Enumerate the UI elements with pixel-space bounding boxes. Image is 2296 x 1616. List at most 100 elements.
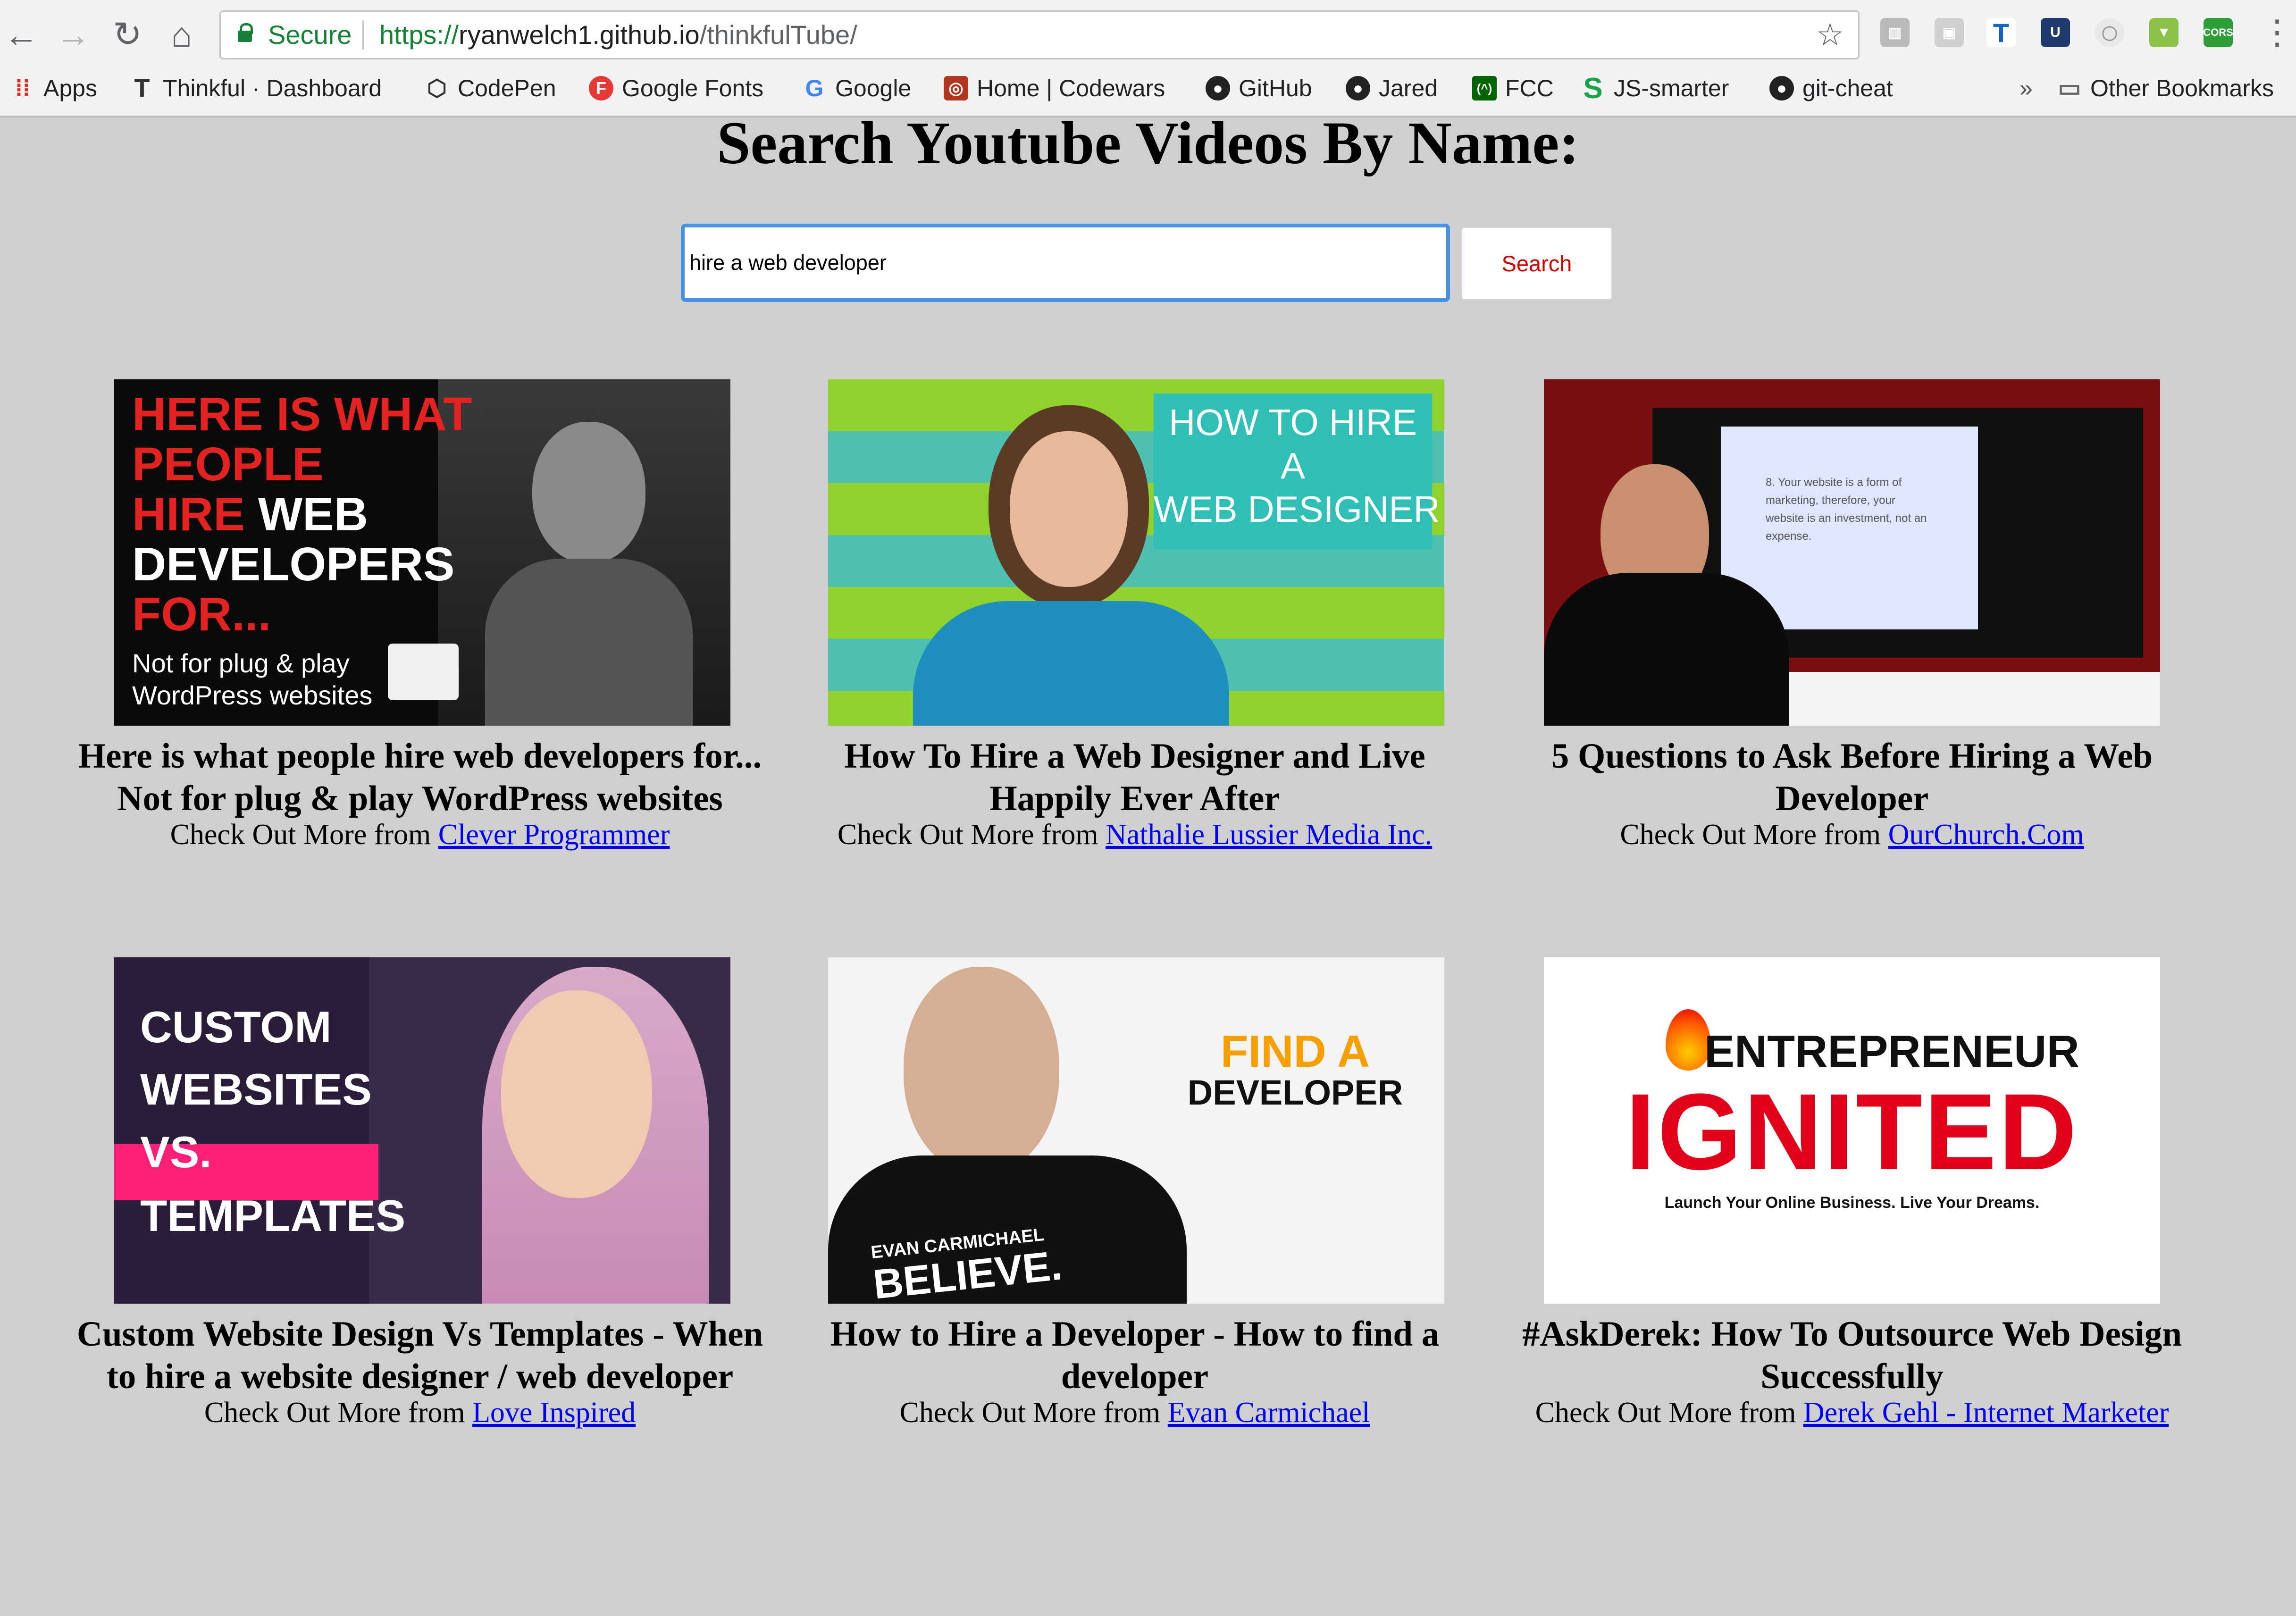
thumb-text: HIRE WEB <box>132 490 368 539</box>
channel-prefix: Check Out More from <box>170 819 431 851</box>
channel-line: Check Out More from Derek Gehl - Interne… <box>1505 1396 2199 1430</box>
codewars-icon: ◎ <box>944 76 968 100</box>
bookmark-star-icon[interactable]: ☆ <box>1816 17 1844 53</box>
codepen-icon: ⬡ <box>427 76 447 101</box>
thinkful-extension-icon[interactable]: T <box>1986 18 2016 48</box>
channel-link[interactable]: Derek Gehl - Internet Marketer <box>1803 1397 2169 1429</box>
bookmark-label: JS-smarter <box>1614 75 1729 101</box>
bookmark-codewars[interactable]: ◎ Home | Codewars <box>944 72 1165 105</box>
cors-extension-icon[interactable]: CORS <box>2203 18 2233 47</box>
bookmark-label: Jared <box>1379 75 1438 101</box>
thumb-text: WEB DESIGNER <box>1154 488 1440 530</box>
search-input[interactable] <box>681 224 1450 302</box>
thumb-text: CUSTOM <box>140 1002 332 1052</box>
channel-line: Check Out More from OurChurch.Com <box>1505 818 2199 852</box>
video-thumbnail[interactable]: ENTREPRENEUR IGNITED Launch Your Online … <box>1544 957 2160 1304</box>
extension-icon[interactable]: ▥ <box>1880 18 1910 47</box>
channel-link[interactable]: OurChurch.Com <box>1888 819 2084 851</box>
bookmark-jared[interactable]: ● Jared <box>1346 72 1438 105</box>
back-arrow-icon[interactable]: ← <box>0 13 42 56</box>
thumb-text: FIND A <box>1220 1026 1370 1077</box>
video-thumbnail[interactable]: HOW TO HIRE A WEB DESIGNER <box>828 379 1444 726</box>
extension-icon[interactable]: ◯ <box>2095 18 2124 47</box>
search-button[interactable]: Search <box>1461 227 1612 300</box>
thumb-text: PEOPLE <box>132 438 324 491</box>
video-title: How To Hire a Web Designer and Live Happ… <box>844 737 1425 818</box>
bookmark-google-fonts[interactable]: F Google Fonts <box>589 72 763 105</box>
google-icon: G <box>805 75 824 101</box>
thumb-text: A <box>1280 445 1306 486</box>
face-shape <box>501 990 652 1198</box>
bookmark-label: Apps <box>43 75 97 101</box>
video-title: Custom Website Design Vs Templates - Whe… <box>76 1315 763 1396</box>
bookmark-thinkful[interactable]: T Thinkful · Dashboard <box>130 72 382 105</box>
bookmark-label: FCC <box>1505 75 1554 101</box>
bookmark-fcc[interactable]: (^) FCC <box>1472 72 1554 105</box>
browser-toolbar: ← → ↻ ⌂ Secure https://ryanwelch1.github… <box>0 0 2296 117</box>
menu-dots-icon[interactable]: ⋮ <box>2260 12 2294 52</box>
video-thumbnail[interactable]: CUSTOM WEBSITES VS. TEMPLATES <box>114 957 730 1304</box>
video-thumbnail[interactable]: 8. Your website is a form of marketing, … <box>1544 379 2160 726</box>
bookmark-label: GitHub <box>1239 75 1312 101</box>
thumb-text: DEVELOPERS <box>132 538 455 591</box>
channel-link[interactable]: Love Inspired <box>472 1397 636 1429</box>
address-divider <box>362 20 364 50</box>
home-icon[interactable]: ⌂ <box>160 13 203 56</box>
bookmark-label: Thinkful · Dashboard <box>163 75 382 101</box>
channel-prefix: Check Out More from <box>1535 1397 1796 1429</box>
channel-link[interactable]: Evan Carmichael <box>1168 1397 1370 1429</box>
extension-icon[interactable]: ▣ <box>1935 18 1964 47</box>
bookmarks-bar: ⁞⁞ Apps T Thinkful · Dashboard ⬡ CodePen… <box>0 66 2296 109</box>
thumb-text: Not for plug & play <box>132 648 350 678</box>
bookmark-label: Other Bookmarks <box>2090 75 2274 101</box>
fcc-icon: (^) <box>1472 76 1497 100</box>
extension-icon[interactable]: U <box>2041 18 2070 47</box>
bookmark-label: Google <box>835 75 912 101</box>
lock-icon <box>238 23 253 42</box>
channel-prefix: Check Out More from <box>1620 819 1881 851</box>
thumb-text: HOW TO HIRE <box>1169 402 1417 443</box>
bookmark-apps[interactable]: ⁞⁞ Apps <box>10 72 97 105</box>
thinkful-icon: T <box>134 74 150 102</box>
person-shape <box>438 379 730 726</box>
reload-icon[interactable]: ↻ <box>106 13 149 56</box>
channel-line: Check Out More from Love Inspired <box>73 1396 767 1430</box>
s-icon: S <box>1583 72 1603 105</box>
thumb-text: WEB <box>258 488 369 541</box>
bookmark-js-smarter[interactable]: S JS-smarter <box>1581 72 1729 105</box>
channel-prefix: Check Out More from <box>204 1397 465 1429</box>
face-shape <box>904 967 1059 1174</box>
channel-prefix: Check Out More from <box>899 1397 1161 1429</box>
extension-icon[interactable]: ▼ <box>2149 18 2179 47</box>
channel-link[interactable]: Nathalie Lussier Media Inc. <box>1106 819 1432 851</box>
address-bar[interactable]: Secure https://ryanwelch1.github.io/thin… <box>219 10 1860 59</box>
bookmark-codepen[interactable]: ⬡ CodePen <box>425 72 556 105</box>
video-title: Here is what people hire web developers … <box>78 737 762 818</box>
channel-prefix: Check Out More from <box>837 819 1098 851</box>
forward-arrow-icon[interactable]: → <box>52 13 94 56</box>
bookmark-other[interactable]: ▭ Other Bookmarks <box>2057 72 2274 105</box>
github-icon: ● <box>1769 76 1794 100</box>
bookmark-label: CodePen <box>458 75 556 101</box>
bookmark-github[interactable]: ● GitHub <box>1206 72 1312 105</box>
bookmark-git-cheat[interactable]: ● git-cheat <box>1769 72 1893 105</box>
google-fonts-icon: F <box>589 76 613 100</box>
thumb-text: ENTREPRENEUR <box>1704 1026 2079 1077</box>
thumb-text: WEBSITES <box>140 1064 372 1114</box>
channel-line: Check Out More from Evan Carmichael <box>788 1396 1482 1430</box>
apps-grid-icon: ⁞⁞ <box>15 75 30 101</box>
secure-label: Secure <box>268 20 352 50</box>
channel-line: Check Out More from Nathalie Lussier Med… <box>788 818 1482 852</box>
url-path: /thinkfulTube/ <box>699 20 857 50</box>
bookmarks-overflow-chevron[interactable]: » <box>2019 72 2033 105</box>
video-thumbnail[interactable]: EVAN CARMICHAEL BELIEVE. FIND A DEVELOPE… <box>828 957 1444 1304</box>
video-thumbnail[interactable]: HERE IS WHAT PEOPLE HIRE WEB DEVELOPERS … <box>114 379 730 726</box>
video-title: 5 Questions to Ask Before Hiring a Web D… <box>1551 737 2153 818</box>
url-scheme: https:// <box>379 20 459 50</box>
screen-text: 8. Your website is a form of marketing, … <box>1766 476 1927 543</box>
page-title: Search Youtube Videos By Name: <box>717 109 1579 176</box>
channel-link[interactable]: Clever Programmer <box>438 819 670 851</box>
video-title: How to Hire a Developer - How to find a … <box>830 1315 1440 1396</box>
github-icon: ● <box>1206 76 1230 100</box>
bookmark-google[interactable]: G Google <box>802 72 912 105</box>
